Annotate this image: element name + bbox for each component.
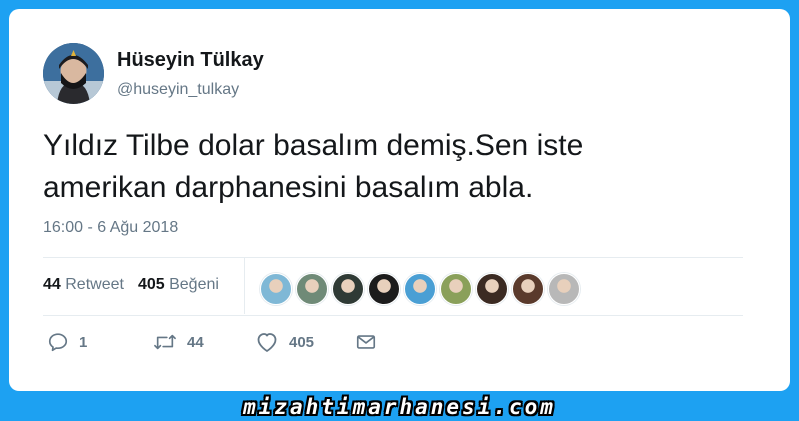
reply-icon	[48, 333, 68, 352]
liker-avatar[interactable]	[476, 273, 508, 305]
avatar-image	[43, 43, 104, 104]
tweet-timestamp[interactable]: 16:00 - 6 Ağu 2018	[43, 219, 178, 237]
like-count: 405	[289, 333, 315, 351]
author-handle[interactable]: @huseyin_tulkay	[117, 81, 239, 99]
watermark-text: mizahtimarhanesi.com	[243, 395, 556, 419]
envelope-icon	[356, 335, 376, 349]
like-button[interactable]: 405	[255, 331, 314, 353]
engagement-stats: 44 Retweet 405 Beğeni	[43, 276, 219, 294]
liker-avatar[interactable]	[368, 273, 400, 305]
liker-avatar[interactable]	[332, 273, 364, 305]
like-stat-label: Beğeni	[169, 276, 219, 293]
reply-count: 1	[79, 333, 88, 351]
reply-button[interactable]: 1	[47, 331, 87, 353]
retweet-count: 44	[187, 333, 204, 351]
author-avatar[interactable]	[43, 43, 104, 104]
watermark: mizahtimarhanesi.com	[0, 393, 799, 421]
liker-avatar[interactable]	[548, 273, 580, 305]
tweet-card: Hüseyin Tülkay @huseyin_tulkay Yıldız Ti…	[9, 9, 790, 391]
divider-top	[43, 257, 743, 258]
stats-separator	[244, 258, 245, 314]
retweet-stat[interactable]: 44 Retweet	[43, 276, 124, 293]
tweet-text: Yıldız Tilbe dolar basalım demiş.Sen ist…	[43, 129, 584, 204]
divider-bottom	[43, 315, 743, 316]
liker-avatar[interactable]	[296, 273, 328, 305]
like-stat-count: 405	[137, 276, 165, 293]
heart-icon	[257, 333, 277, 352]
retweet-stat-label: Retweet	[65, 276, 124, 293]
retweet-stat-count: 44	[43, 276, 61, 293]
like-stat[interactable]: 405 Beğeni	[138, 276, 219, 293]
retweet-icon	[154, 334, 176, 350]
liker-avatar[interactable]	[260, 273, 292, 305]
direct-message-button[interactable]	[355, 331, 377, 353]
liker-avatar[interactable]	[512, 273, 544, 305]
author-name[interactable]: Hüseyin Tülkay	[117, 49, 264, 72]
retweet-button[interactable]: 44	[153, 331, 204, 353]
liker-avatar[interactable]	[440, 273, 472, 305]
liker-avatar[interactable]	[404, 273, 436, 305]
